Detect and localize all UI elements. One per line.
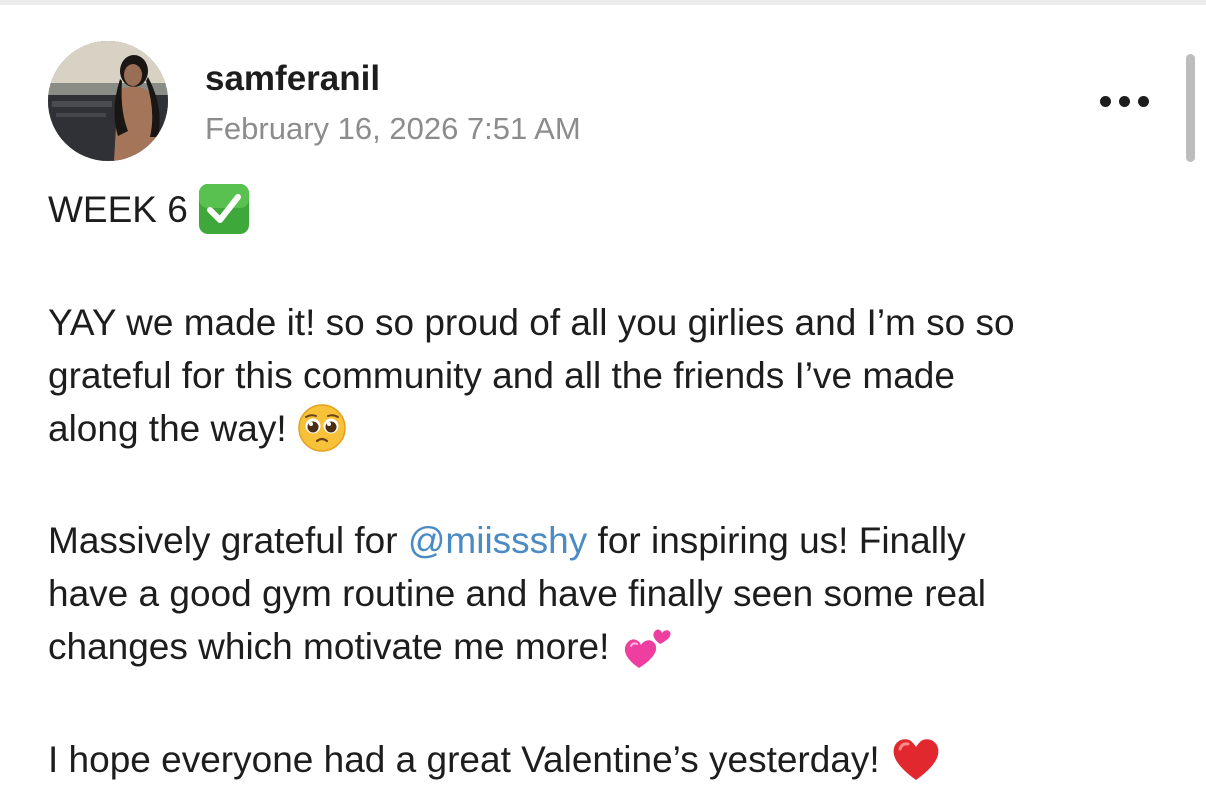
scrollbar[interactable] (1186, 54, 1195, 162)
paragraph-3-line-1: I hope everyone had a great Valentine’s … (48, 733, 1168, 786)
paragraph-1-line-3-text: along the way! (48, 408, 287, 450)
post-body: WEEK 6 YAY we made it! so so proud of al… (48, 183, 1168, 786)
more-options-icon-dot (1118, 95, 1130, 107)
paragraph-2-line-3-text: changes which motivate me more! (48, 626, 610, 668)
paragraph-1-line-1: YAY we made it! so so proud of all you g… (48, 302, 1015, 344)
paragraph-2-line-3: changes which motivate me more! (48, 620, 1168, 674)
paragraph-2-line-1: Massively grateful for @miissshy for ins… (48, 514, 1168, 567)
paragraph-1-line-3: along the way! (48, 402, 1168, 456)
paragraph-2-line-1-start: Massively grateful for (48, 520, 398, 562)
more-options-button[interactable] (1084, 82, 1164, 120)
avatar[interactable] (48, 41, 168, 161)
paragraph-3-line-1-text: I hope everyone had a great Valentine’s … (48, 738, 880, 780)
post-timestamp: February 16, 2026 7:51 AM (205, 111, 581, 146)
pleading-face-icon (297, 403, 347, 453)
avatar-photo (48, 41, 168, 161)
paragraph-2-line-1-end: for inspiring us! Finally (597, 520, 966, 562)
post-heading: WEEK 6 (48, 183, 1168, 238)
more-options-icon (1099, 95, 1111, 107)
top-divider (0, 0, 1206, 5)
more-options-icon-dot (1137, 95, 1149, 107)
paragraph-1-line-2: grateful for this community and all the … (48, 355, 955, 397)
author-username[interactable]: samferanil (205, 58, 380, 100)
post-heading-text: WEEK 6 (48, 189, 188, 230)
red-heart-icon (890, 735, 942, 783)
two-hearts-icon (620, 622, 674, 672)
paragraph-2-line-2: have a good gym routine and have finally… (48, 573, 986, 615)
check-mark-button-icon (198, 183, 250, 235)
user-mention-link[interactable]: @miissshy (408, 520, 587, 561)
